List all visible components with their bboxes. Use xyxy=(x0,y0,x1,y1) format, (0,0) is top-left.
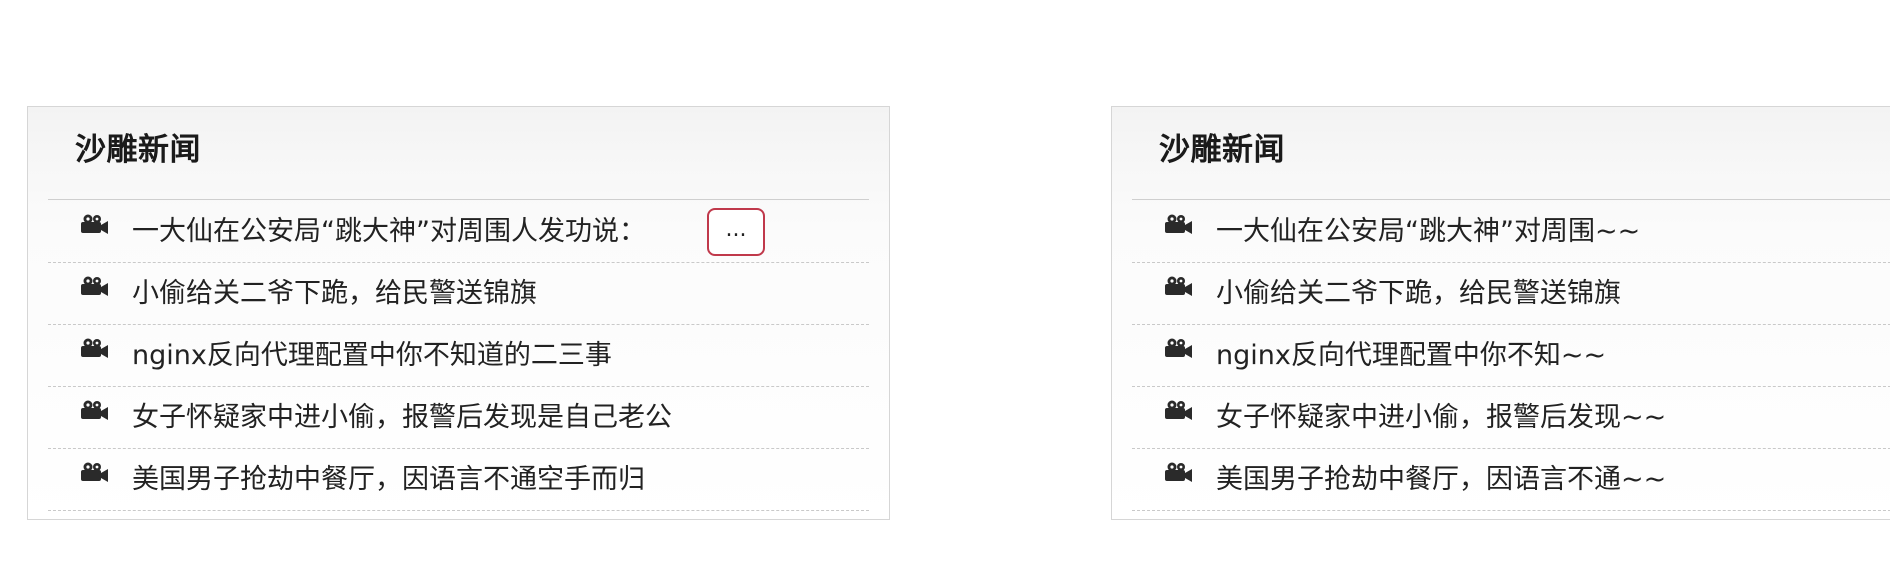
video-camera-icon xyxy=(1165,400,1192,420)
list-item: 美国男子抢劫中餐厅，因语言不通空手而归 xyxy=(48,449,869,511)
video-camera-icon xyxy=(1165,214,1192,234)
list-item: 一大仙在公安局“跳大神”对周围~~ xyxy=(1132,201,1890,263)
list-item: 小偷给关二爷下跪，给民警送锦旗 xyxy=(48,263,869,325)
title-divider xyxy=(48,199,869,200)
news-link[interactable]: 小偷给关二爷下跪，给民警送锦旗 xyxy=(132,277,537,311)
news-list: 一大仙在公安局“跳大神”对周围~~ 小偷给关二爷下跪，给民警送锦旗 nginx反… xyxy=(1132,201,1890,511)
news-link[interactable]: 美国男子抢劫中餐厅，因语言不通空手而归 xyxy=(132,463,645,497)
news-link[interactable]: nginx反向代理配置中你不知~~ xyxy=(1216,339,1606,373)
news-link[interactable]: nginx反向代理配置中你不知道的二三事 xyxy=(132,339,612,373)
video-camera-icon xyxy=(81,400,108,420)
list-item: 小偷给关二爷下跪，给民警送锦旗 xyxy=(1132,263,1890,325)
video-camera-icon xyxy=(1165,462,1192,482)
ellipsis-more-button[interactable]: ... xyxy=(707,208,765,256)
list-item: 女子怀疑家中进小偷，报警后发现是自己老公 xyxy=(48,387,869,449)
panel-title: 沙雕新闻 xyxy=(75,132,201,168)
video-camera-icon xyxy=(1165,338,1192,358)
video-camera-icon xyxy=(81,338,108,358)
video-camera-icon xyxy=(81,214,108,234)
news-panel-left: 沙雕新闻 一大仙在公安局“跳大神”对周围人发功说： 小偷给关二爷下跪，给民警送锦… xyxy=(27,106,890,520)
title-divider xyxy=(1132,199,1890,200)
news-link[interactable]: 女子怀疑家中进小偷，报警后发现~~ xyxy=(1216,401,1666,435)
news-link[interactable]: 一大仙在公安局“跳大神”对周围~~ xyxy=(1216,215,1640,249)
news-link[interactable]: 一大仙在公安局“跳大神”对周围人发功说： xyxy=(132,215,646,249)
list-item: 女子怀疑家中进小偷，报警后发现~~ xyxy=(1132,387,1890,449)
news-panel-right: 沙雕新闻 一大仙在公安局“跳大神”对周围~~ 小偷给关二爷下跪，给民警送锦旗 n… xyxy=(1111,106,1890,520)
news-link[interactable]: 美国男子抢劫中餐厅，因语言不通~~ xyxy=(1216,463,1666,497)
video-camera-icon xyxy=(1165,276,1192,296)
news-link[interactable]: 女子怀疑家中进小偷，报警后发现是自己老公 xyxy=(132,401,672,435)
video-camera-icon xyxy=(81,276,108,296)
list-item: nginx反向代理配置中你不知~~ xyxy=(1132,325,1890,387)
video-camera-icon xyxy=(81,462,108,482)
news-link[interactable]: 小偷给关二爷下跪，给民警送锦旗 xyxy=(1216,277,1621,311)
list-item: 美国男子抢劫中餐厅，因语言不通~~ xyxy=(1132,449,1890,511)
panel-title: 沙雕新闻 xyxy=(1159,132,1285,168)
list-item: nginx反向代理配置中你不知道的二三事 xyxy=(48,325,869,387)
